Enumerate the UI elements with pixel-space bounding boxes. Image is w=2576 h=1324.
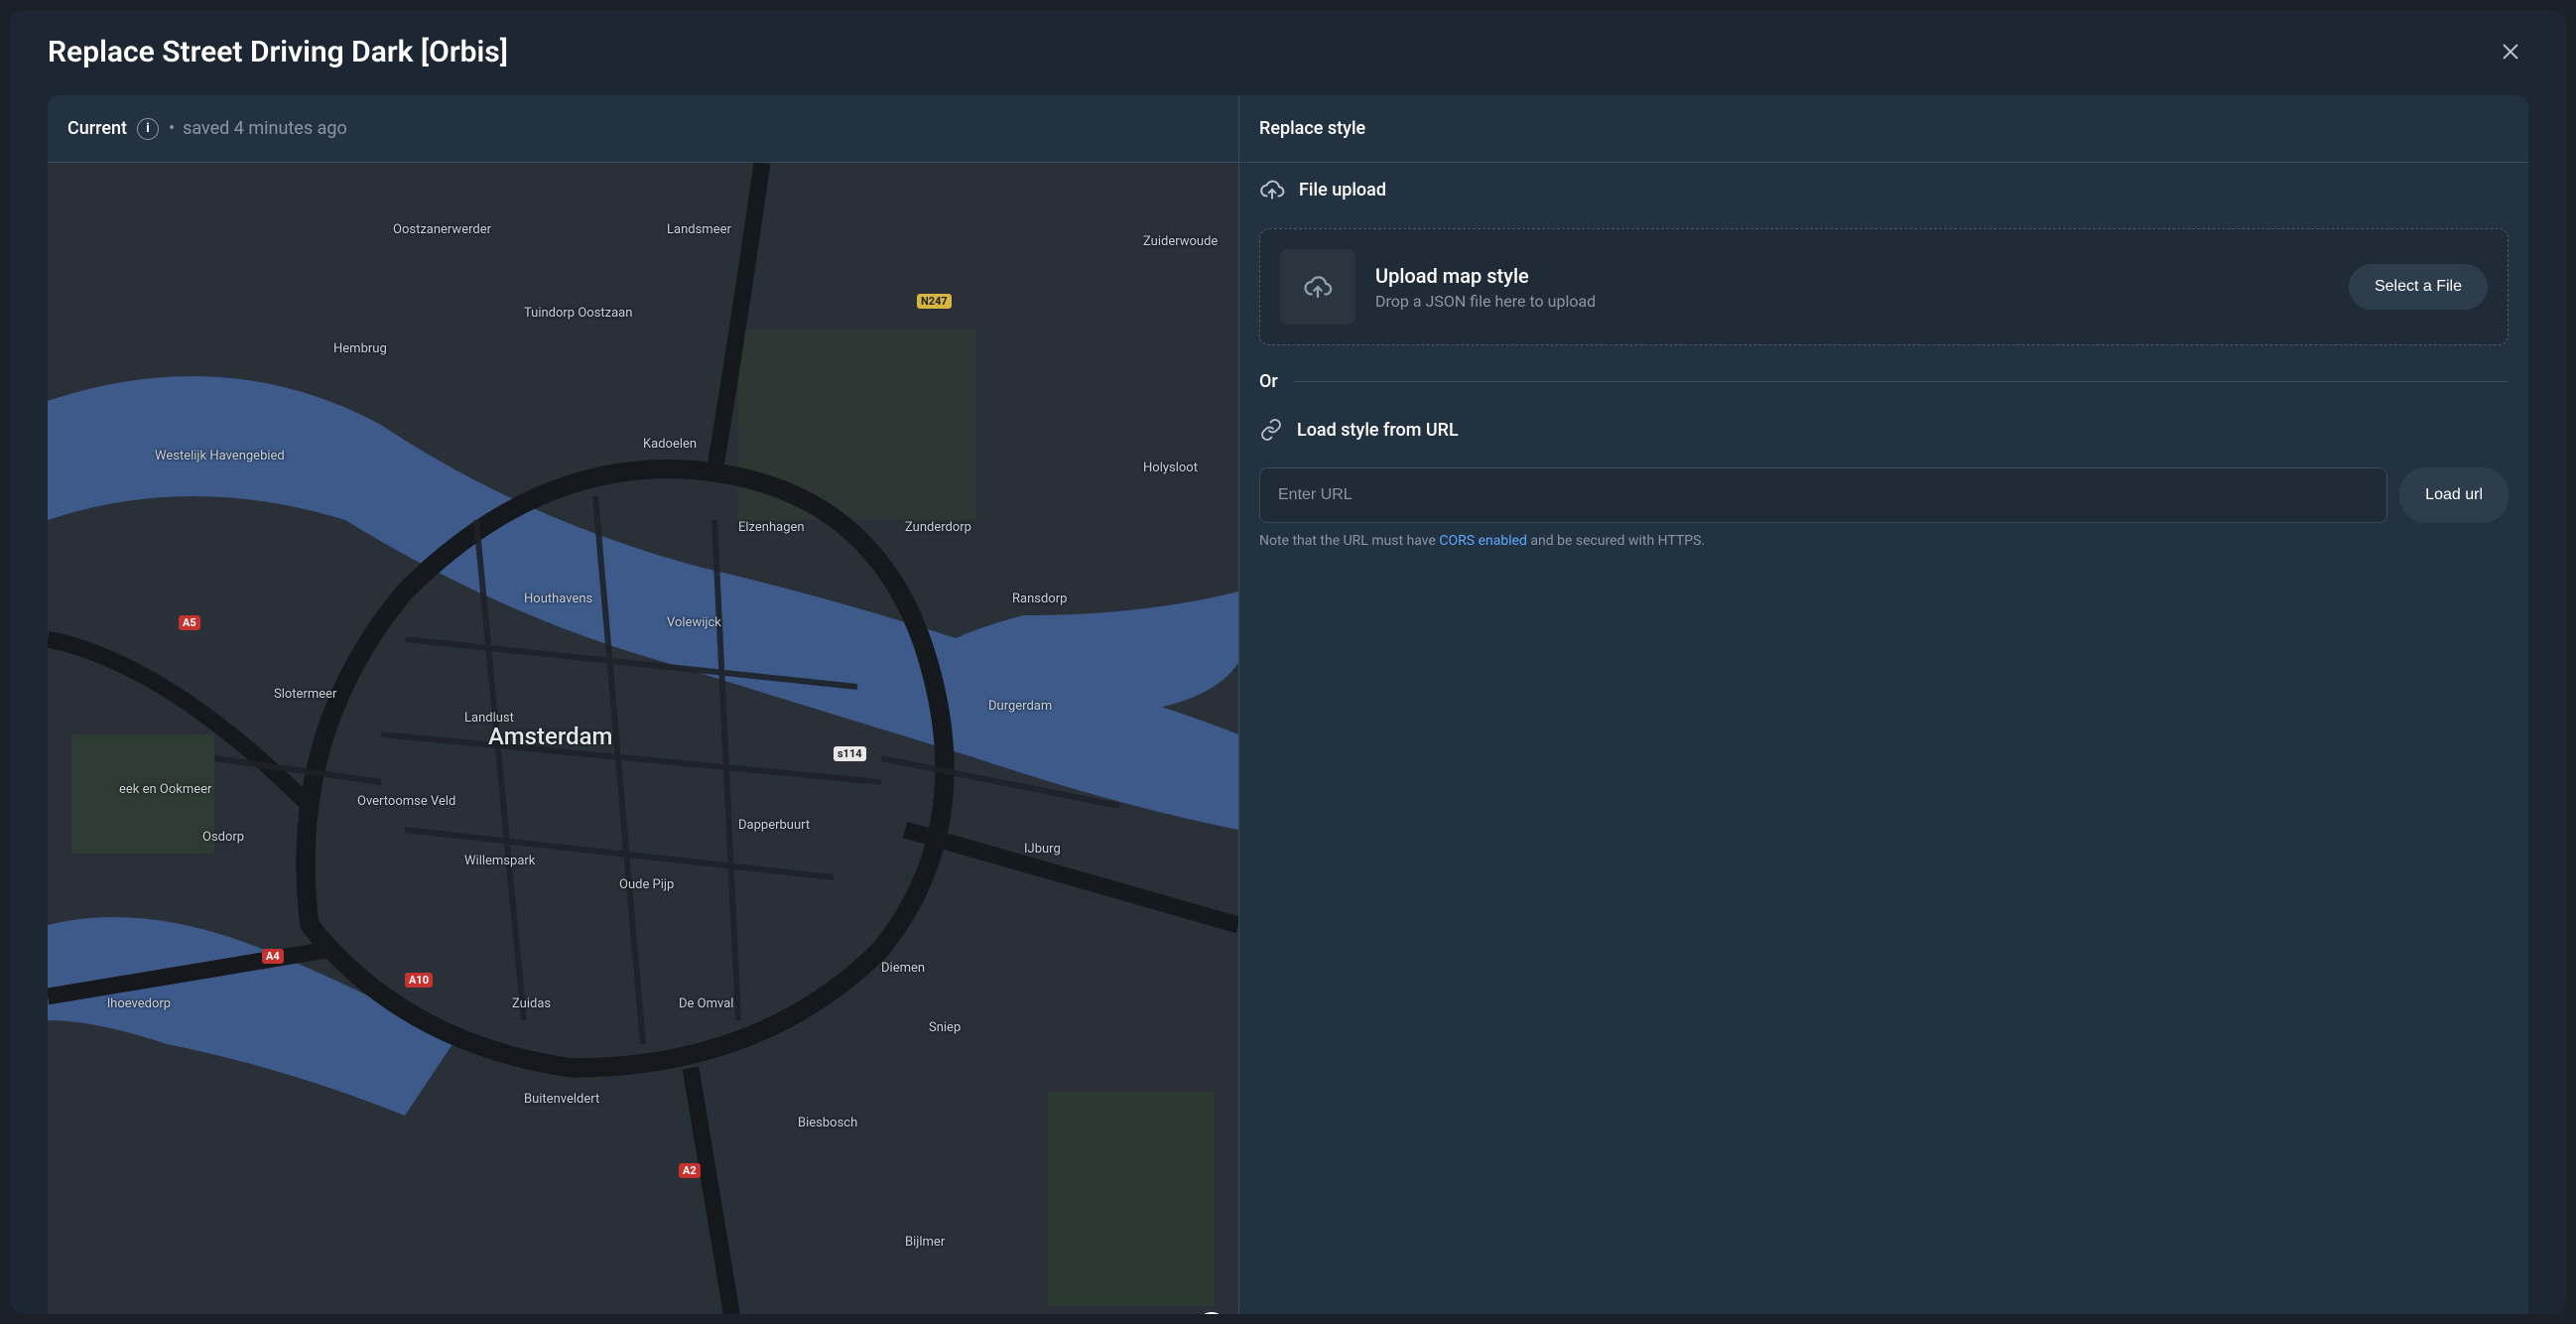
- info-icon[interactable]: i: [137, 118, 159, 140]
- modal-title: Replace Street Driving Dark [Orbis]: [48, 35, 508, 69]
- dropzone-thumbnail: [1280, 249, 1355, 325]
- load-url-button[interactable]: Load url: [2399, 467, 2509, 523]
- note-suffix: and be secured with HTTPS.: [1527, 533, 1705, 549]
- style-url-input[interactable]: [1259, 467, 2387, 523]
- bullet-separator: •: [169, 118, 175, 139]
- modal-header: Replace Street Driving Dark [Orbis]: [10, 10, 2566, 77]
- current-label: Current: [67, 118, 127, 139]
- cloud-upload-icon: [1259, 177, 1285, 202]
- upload-title: Upload map style: [1375, 264, 2329, 288]
- map-preview[interactable]: Amsterdam LandsmeerZuiderwoudeKadoelenHo…: [48, 163, 1238, 1314]
- cloud-upload-icon: [1303, 272, 1333, 302]
- replace-heading: Replace style: [1259, 118, 1365, 139]
- file-upload-heading: File upload: [1259, 177, 2509, 202]
- close-button[interactable]: [2493, 34, 2528, 69]
- current-panel-header: Current i • saved 4 minutes ago: [48, 95, 1238, 163]
- cors-enabled-link[interactable]: CORS enabled: [1439, 533, 1527, 549]
- or-label: Or: [1259, 371, 1278, 392]
- divider-line: [1294, 381, 2509, 382]
- load-url-heading: Load style from URL: [1259, 418, 2509, 442]
- map-canvas: [48, 163, 1238, 1314]
- replace-style-panel: Replace style File upload: [1238, 95, 2528, 1314]
- load-url-label: Load style from URL: [1297, 420, 1459, 441]
- link-icon: [1259, 418, 1283, 442]
- upload-subtitle: Drop a JSON file here to upload: [1375, 292, 2329, 311]
- replace-style-modal: Replace Street Driving Dark [Orbis] Curr…: [10, 10, 2566, 1314]
- modal-body: Current i • saved 4 minutes ago: [10, 77, 2566, 1314]
- file-dropzone[interactable]: Upload map style Drop a JSON file here t…: [1259, 228, 2509, 345]
- select-file-button[interactable]: Select a File: [2349, 264, 2488, 310]
- replace-panel-header: Replace style: [1239, 95, 2528, 163]
- file-upload-label: File upload: [1299, 180, 1386, 200]
- saved-timestamp: saved 4 minutes ago: [183, 118, 347, 139]
- or-divider: Or: [1259, 371, 2509, 392]
- url-note: Note that the URL must have CORS enabled…: [1259, 533, 2509, 549]
- close-icon: [2500, 41, 2521, 63]
- note-prefix: Note that the URL must have: [1259, 533, 1439, 549]
- current-style-panel: Current i • saved 4 minutes ago: [48, 95, 1238, 1314]
